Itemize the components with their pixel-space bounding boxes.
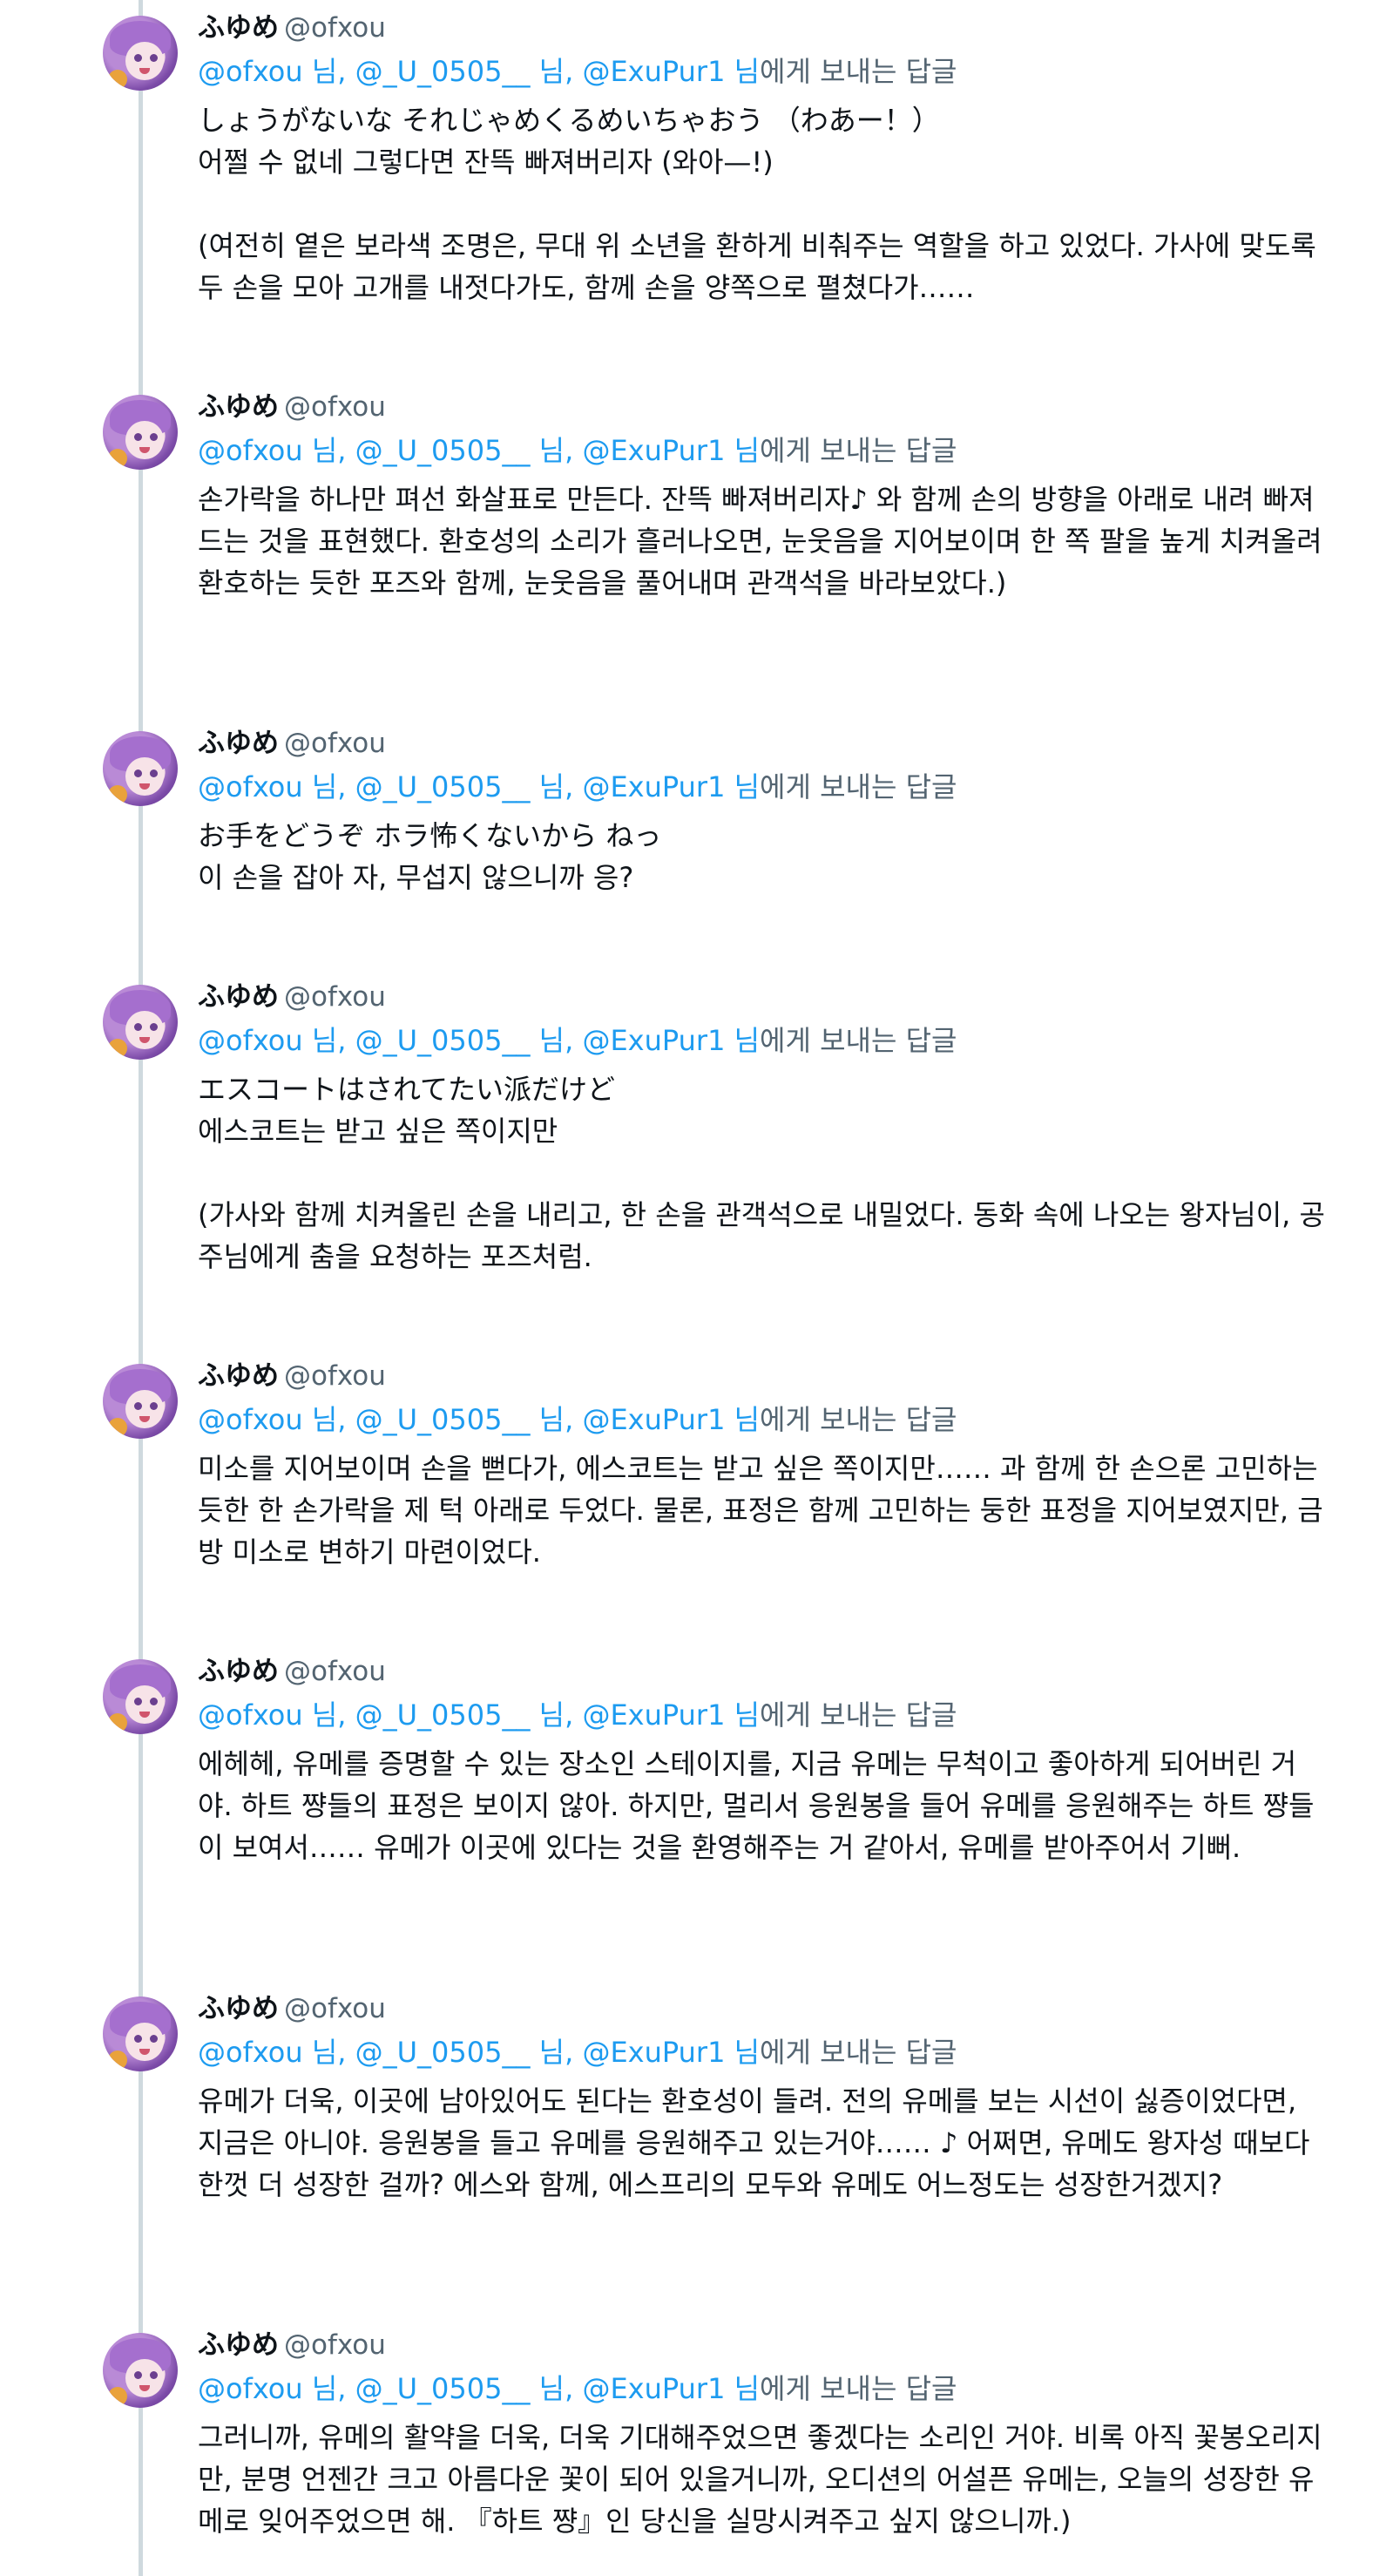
reply-thread: ふゆめ @ofxou @ofxou 님, @_U_0505__ 님, @ExuPur… [0,0,1393,2576]
reply-suffix: 에게 보내는 답글 [760,1403,957,1437]
display-name[interactable]: ふゆめ [198,2329,279,2361]
mention-link[interactable]: @ofxou 님, [198,2036,346,2069]
reply-suffix: 에게 보내는 답글 [760,2372,957,2406]
mention-link[interactable]: @_U_0505__ 님, [355,1403,574,1436]
mention-link[interactable]: @ExuPur1 님 [582,2036,760,2069]
tweet-header: ふゆめ @ofxou [198,728,386,759]
display-name[interactable]: ふゆめ [198,728,279,759]
user-handle[interactable]: @ofxou [284,2329,386,2361]
display-name[interactable]: ふゆめ [198,12,279,44]
reply-context: @ofxou 님, @_U_0505__ 님, @ExuPur1 님에게 보내는… [198,1402,957,1437]
avatar[interactable] [103,731,178,807]
display-name[interactable]: ふゆめ [198,1993,279,2024]
tweet-text: しょうがないな それじゃめくるめいちゃおう （わあー！） 어쩔 수 없네 그렇다… [198,99,1330,308]
mention-link[interactable]: @_U_0505__ 님, [355,2036,574,2069]
tweet-text-content: 미소를 지어보이며 손을 뻗다가, 에스코트는 받고 싶은 쪽이지만…… 과 함… [198,1452,1327,1569]
mention-link[interactable]: @_U_0505__ 님, [355,2372,574,2405]
display-name[interactable]: ふゆめ [198,391,279,423]
mention-link[interactable]: @ofxou 님, [198,770,346,803]
tweet-header: ふゆめ @ofxou [198,2329,386,2361]
tweet-text-content: 에헤헤, 유메를 증명할 수 있는 장소인 스테이지를, 지금 유메는 무척이고… [198,1747,1315,1865]
user-handle[interactable]: @ofxou [284,1993,386,2024]
avatar[interactable] [103,984,178,1060]
tweet-text-content: 그러니까, 유메의 활약을 더욱, 더욱 기대해주었으면 좋겠다는 소리인 거야… [198,2421,1322,2539]
tweet-header: ふゆめ @ofxou [198,1656,386,1687]
tweet-header: ふゆめ @ofxou [198,981,386,1013]
tweet-text: 미소를 지어보이며 손을 뻗다가, 에스코트는 받고 싶은 쪽이지만…… 과 함… [198,1447,1330,1573]
reply-suffix: 에게 보내는 답글 [760,433,957,467]
reply-context: @ofxou 님, @_U_0505__ 님, @ExuPur1 님에게 보내는… [198,2035,957,2070]
user-handle[interactable]: @ofxou [284,981,386,1013]
tweet-text: 손가락을 하나만 펴선 화살표로 만든다. 잔뜩 빠져버리자♪ 와 함께 손의 … [198,478,1330,604]
display-name[interactable]: ふゆめ [198,981,279,1013]
tweet-text-content: しょうがないな それじゃめくるめいちゃおう （わあー！） 어쩔 수 없네 그렇다… [198,103,1316,304]
tweet-text: 그러니까, 유메의 활약을 더욱, 더욱 기대해주었으면 좋겠다는 소리인 거야… [198,2417,1330,2542]
mention-link[interactable]: @ofxou 님, [198,1698,346,1732]
reply-context: @ofxou 님, @_U_0505__ 님, @ExuPur1 님에게 보내는… [198,54,957,89]
user-handle[interactable]: @ofxou [284,1360,386,1392]
tweet-text-content: エスコートはされてたい派だけど 에스코트는 받고 싶은 쪽이지만 (가사와 함께… [198,1072,1325,1273]
tweet-header: ふゆめ @ofxou [198,1993,386,2024]
reply-context: @ofxou 님, @_U_0505__ 님, @ExuPur1 님에게 보내는… [198,1698,957,1732]
user-handle[interactable]: @ofxou [284,1656,386,1687]
mention-link[interactable]: @ExuPur1 님 [582,2372,760,2405]
mention-link[interactable]: @_U_0505__ 님, [355,1024,574,1057]
mention-link[interactable]: @ExuPur1 님 [582,770,760,803]
user-handle[interactable]: @ofxou [284,391,386,423]
avatar[interactable] [103,1364,178,1440]
avatar[interactable] [103,1996,178,2071]
mention-link[interactable]: @ExuPur1 님 [582,55,760,88]
mention-link[interactable]: @ExuPur1 님 [582,1403,760,1436]
mention-link[interactable]: @_U_0505__ 님, [355,55,574,88]
thread-connector-line [139,0,143,2576]
avatar[interactable] [103,394,178,470]
user-handle[interactable]: @ofxou [284,12,386,44]
mention-link[interactable]: @ofxou 님, [198,55,346,88]
mention-link[interactable]: @_U_0505__ 님, [355,1698,574,1732]
tweet-text-content: 유메가 더욱, 이곳에 남아있어도 된다는 환호성이 들려. 전의 유메를 보는… [198,2084,1319,2201]
user-handle[interactable]: @ofxou [284,728,386,759]
reply-suffix: 에게 보내는 답글 [760,2035,957,2069]
tweet-header: ふゆめ @ofxou [198,1360,386,1392]
tweet-header: ふゆめ @ofxou [198,391,386,423]
display-name[interactable]: ふゆめ [198,1656,279,1687]
mention-link[interactable]: @ExuPur1 님 [582,434,760,467]
display-name[interactable]: ふゆめ [198,1360,279,1392]
reply-context: @ofxou 님, @_U_0505__ 님, @ExuPur1 님에게 보내는… [198,2371,957,2406]
reply-suffix: 에게 보내는 답글 [760,54,957,88]
mention-link[interactable]: @ofxou 님, [198,2372,346,2405]
mention-link[interactable]: @ofxou 님, [198,1403,346,1436]
reply-suffix: 에게 보내는 답글 [760,770,957,804]
mention-link[interactable]: @ExuPur1 님 [582,1024,760,1057]
reply-context: @ofxou 님, @_U_0505__ 님, @ExuPur1 님에게 보내는… [198,433,957,468]
tweet-text: 유메가 더욱, 이곳에 남아있어도 된다는 환호성이 들려. 전의 유메를 보는… [198,2080,1330,2206]
avatar[interactable] [103,1659,178,1735]
mention-link[interactable]: @ExuPur1 님 [582,1698,760,1732]
tweet-text: お手をどうぞ ホラ怖くないから ねっ 이 손을 잡아 자, 무섭지 않으니까 응… [198,815,1330,898]
mention-link[interactable]: @ofxou 님, [198,1024,346,1057]
reply-suffix: 에게 보내는 답글 [760,1023,957,1057]
reply-context: @ofxou 님, @_U_0505__ 님, @ExuPur1 님에게 보내는… [198,769,957,804]
mention-link[interactable]: @_U_0505__ 님, [355,434,574,467]
avatar[interactable] [103,2333,178,2409]
tweet-text-content: お手をどうぞ ホラ怖くないから ねっ 이 손을 잡아 자, 무섭지 않으니까 응… [198,819,662,895]
tweet-text-content: 손가락을 하나만 펴선 화살표로 만든다. 잔뜩 빠져버리자♪ 와 함께 손의 … [198,482,1331,600]
reply-context: @ofxou 님, @_U_0505__ 님, @ExuPur1 님에게 보내는… [198,1023,957,1058]
avatar[interactable] [103,15,178,91]
tweet-text: 에헤헤, 유메를 증명할 수 있는 장소인 스테이지를, 지금 유메는 무척이고… [198,1743,1330,1868]
mention-link[interactable]: @_U_0505__ 님, [355,770,574,803]
reply-suffix: 에게 보내는 답글 [760,1698,957,1732]
tweet-header: ふゆめ @ofxou [198,12,386,44]
tweet-text: エスコートはされてたい派だけど 에스코트는 받고 싶은 쪽이지만 (가사와 함께… [198,1068,1330,1278]
mention-link[interactable]: @ofxou 님, [198,434,346,467]
